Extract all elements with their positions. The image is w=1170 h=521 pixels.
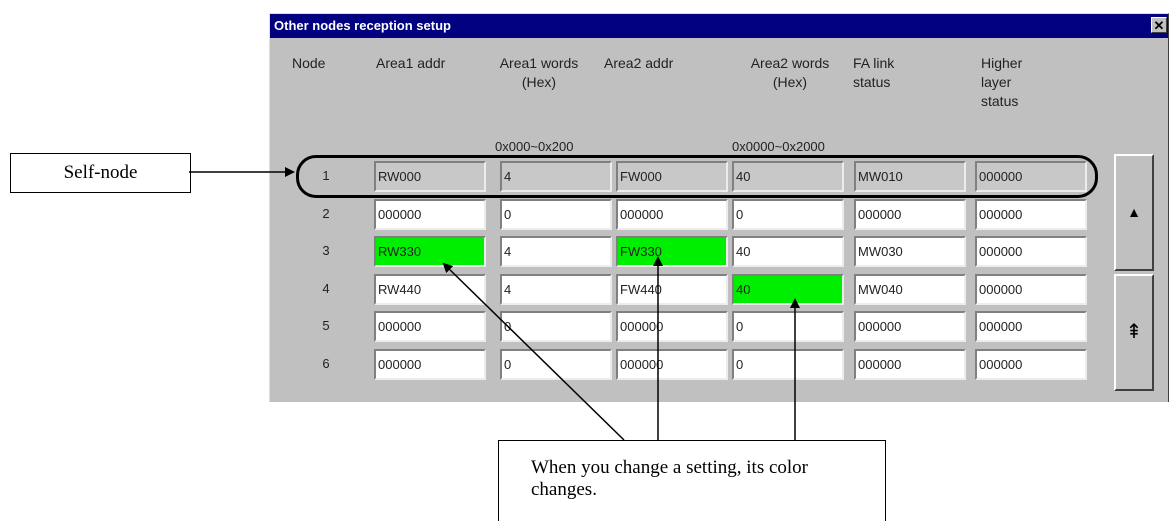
- annotation-arrows: [189, 167, 800, 441]
- change-arrow-area1: [442, 262, 625, 441]
